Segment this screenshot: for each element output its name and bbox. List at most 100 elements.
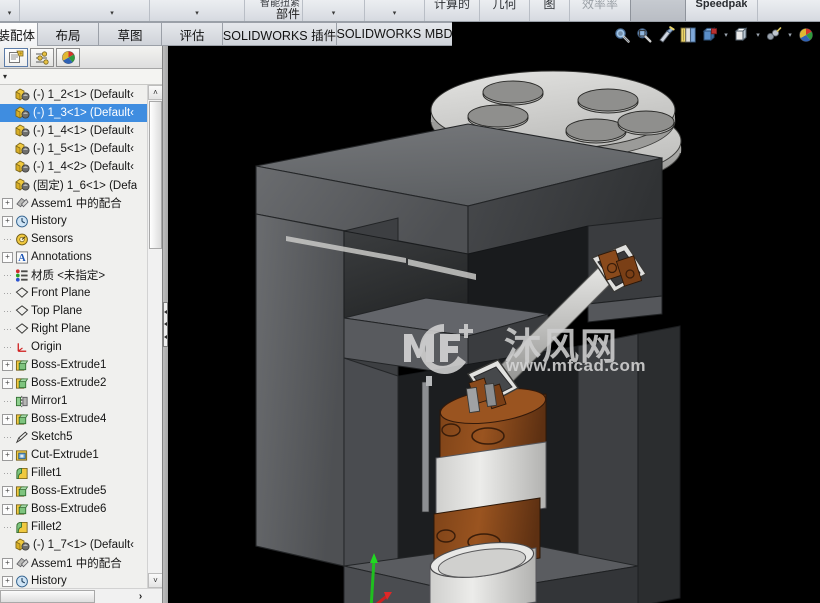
- tree-item[interactable]: (-) 1_5<1> (Default‹: [0, 140, 147, 158]
- tab-sketch[interactable]: 草图: [98, 22, 162, 46]
- graphics-viewport[interactable]: 沐风网 www.mfcad.com: [168, 46, 820, 603]
- tree-expand-toggle[interactable]: +: [2, 377, 13, 389]
- tree-item-label: Boss-Extrude4: [31, 413, 107, 425]
- tree-item[interactable]: ⋯ Fillet2: [0, 518, 147, 536]
- tree-item[interactable]: + Boss-Extrude5: [0, 482, 147, 500]
- tree-expand-toggle[interactable]: +: [2, 197, 13, 209]
- tree-item[interactable]: (-) 1_4<1> (Default‹: [0, 122, 147, 140]
- tree-item[interactable]: (-) 1_4<2> (Default‹: [0, 158, 147, 176]
- display-style-icon[interactable]: [700, 25, 720, 45]
- ribbon-group-figure[interactable]: 图: [530, 0, 570, 21]
- tab-solidworks-addins[interactable]: SOLIDWORKS 插件: [222, 22, 337, 46]
- ribbon-group-calc[interactable]: 计算的: [425, 0, 480, 21]
- tree-item[interactable]: (固定) 1_6<1> (Defa: [0, 176, 147, 194]
- zoom-to-area-icon[interactable]: [634, 25, 654, 45]
- splitter-arrow-icon: [164, 310, 167, 315]
- view-orientation-icon[interactable]: [678, 25, 698, 45]
- tab-evaluate[interactable]: 评估: [161, 22, 223, 46]
- ribbon-caret-2[interactable]: ▾: [195, 10, 199, 18]
- apply-scene-icon[interactable]: [796, 25, 816, 45]
- tab-solidworks-addins-label: SOLIDWORKS 插件: [222, 28, 337, 43]
- ribbon-group-geometry[interactable]: 几何: [480, 0, 530, 21]
- tree-item-label: Cut-Extrude1: [31, 449, 99, 461]
- hide-show-items-icon[interactable]: [732, 25, 752, 45]
- tree-vertical-scrollbar[interactable]: ˄ ˅: [147, 85, 162, 588]
- tree-scroll-thumb[interactable]: [149, 101, 162, 249]
- tab-assembly[interactable]: 装配体: [0, 22, 38, 46]
- tree-item-label: Right Plane: [31, 323, 91, 335]
- tree-item[interactable]: + Boss-Extrude6: [0, 500, 147, 518]
- tree-expand-toggle[interactable]: +: [2, 251, 13, 263]
- tree-item[interactable]: (-) 1_3<1> (Default‹: [0, 104, 147, 122]
- configuration-manager-tab[interactable]: [56, 47, 80, 67]
- ribbon-group-0[interactable]: ▾: [0, 0, 20, 21]
- tree-item[interactable]: + Assem1 中的配合: [0, 554, 147, 572]
- tree-expand-toggle[interactable]: +: [2, 485, 13, 497]
- tab-layout[interactable]: 布局: [37, 22, 99, 46]
- tab-solidworks-mbd[interactable]: SOLIDWORKS MBD: [336, 22, 453, 46]
- tree-scroll-up-button[interactable]: ˄: [148, 85, 162, 100]
- hide-show-chevron-down-icon[interactable]: ▾: [754, 31, 762, 39]
- edit-appearance-icon[interactable]: [764, 25, 784, 45]
- tree-item[interactable]: (-) 1_2<1> (Default‹: [0, 86, 147, 104]
- tree-item[interactable]: ⋯ Mirror1: [0, 392, 147, 410]
- tree-connector: ⋯: [3, 323, 12, 334]
- ribbon-caret-4[interactable]: ▾: [332, 10, 336, 18]
- feature-tree-filter[interactable]: ▾: [0, 69, 162, 85]
- tree-item[interactable]: + A Annotations: [0, 248, 147, 266]
- tree-item[interactable]: + History: [0, 572, 147, 588]
- tree-hscroll-thumb[interactable]: [0, 590, 95, 603]
- ribbon-group-5[interactable]: ▾: [365, 0, 425, 21]
- tab-solidworks-mbd-label: SOLIDWORKS MBD: [336, 27, 453, 41]
- filter-chevron-down-icon[interactable]: ▾: [3, 72, 7, 81]
- tree-item[interactable]: + Boss-Extrude4: [0, 410, 147, 428]
- tree-expand-spacer: [2, 162, 13, 173]
- tree-item[interactable]: + History: [0, 212, 147, 230]
- ribbon-group-1a[interactable]: [20, 0, 75, 21]
- tree-hscroll-right-button[interactable]: ›: [133, 589, 148, 603]
- tree-scroll-down-button[interactable]: ˅: [148, 573, 162, 588]
- tree-item[interactable]: + Cut-Extrude1: [0, 446, 147, 464]
- tree-item[interactable]: ⋯ Sketch5: [0, 428, 147, 446]
- ribbon-group-parts[interactable]: 智能扭紧 部件: [245, 0, 303, 21]
- tree-item[interactable]: + Boss-Extrude2: [0, 374, 147, 392]
- ribbon-group-4[interactable]: ▾: [303, 0, 365, 21]
- tree-expand-toggle[interactable]: +: [2, 503, 13, 515]
- ribbon-caret-1[interactable]: ▾: [110, 10, 114, 18]
- display-style-chevron-down-icon[interactable]: ▾: [722, 31, 730, 39]
- tree-expand-toggle[interactable]: +: [2, 449, 13, 461]
- tree-expand-toggle[interactable]: +: [2, 215, 13, 227]
- cad-model-3d: [255, 70, 682, 603]
- tree-item[interactable]: ⋯ Sensors: [0, 230, 147, 248]
- section-view-icon[interactable]: [656, 25, 676, 45]
- appearance-chevron-down-icon[interactable]: ▾: [786, 31, 794, 39]
- tree-item-label: (-) 1_2<1> (Default‹: [33, 89, 134, 101]
- tree-expand-toggle[interactable]: +: [2, 575, 13, 587]
- tree-item[interactable]: ⋯ Front Plane: [0, 284, 147, 302]
- tree-item[interactable]: ⋯ Right Plane: [0, 320, 147, 338]
- tree-expand-toggle[interactable]: +: [2, 359, 13, 371]
- tree-expand-toggle[interactable]: +: [2, 557, 13, 569]
- ribbon-caret-0[interactable]: ▾: [8, 10, 12, 18]
- tree-item[interactable]: ⋯ Top Plane: [0, 302, 147, 320]
- ribbon-group-speedpak[interactable]: Speedpak: [686, 0, 758, 21]
- tree-item[interactable]: + Assem1 中的配合: [0, 194, 147, 212]
- feature-manager-tab[interactable]: [4, 47, 28, 67]
- tree-item[interactable]: ⋯ 材质 <未指定>: [0, 266, 147, 284]
- tree-horizontal-scrollbar[interactable]: ›: [0, 588, 162, 603]
- zoom-to-fit-icon[interactable]: [612, 25, 632, 45]
- tree-item[interactable]: + Boss-Extrude1: [0, 356, 147, 374]
- ribbon-group-active[interactable]: [630, 0, 686, 21]
- ribbon-label-smart-fastener: 智能扭紧: [260, 0, 300, 8]
- tree-item-label: (-) 1_3<1> (Default‹: [33, 107, 134, 119]
- ribbon-caret-5[interactable]: ▾: [393, 10, 397, 18]
- tree-item[interactable]: ⋯ Origin: [0, 338, 147, 356]
- tree-expand-toggle[interactable]: +: [2, 413, 13, 425]
- mates-icon: [15, 196, 29, 210]
- ribbon-group-1[interactable]: ▾: [75, 0, 150, 21]
- ribbon-group-2[interactable]: ▾: [150, 0, 245, 21]
- property-manager-tab[interactable]: [30, 47, 54, 67]
- tree-item[interactable]: ⋯ Fillet1: [0, 464, 147, 482]
- tree-item[interactable]: (-) 1_7<1> (Default‹: [0, 536, 147, 554]
- ribbon-group-efficiency[interactable]: 效率率: [570, 0, 630, 21]
